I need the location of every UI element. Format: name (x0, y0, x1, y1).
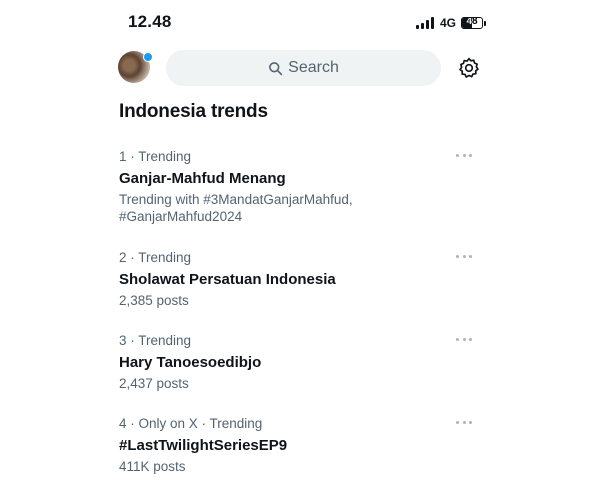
more-options-icon[interactable] (456, 253, 472, 259)
trend-meta: 3 · Trending (119, 333, 192, 348)
trend-item[interactable]: 1 · Trending Ganjar-Mahfud Menang Trendi… (119, 148, 479, 225)
trend-item[interactable]: 3 · Trending Hary Tanoesoedibjo 2,437 po… (119, 332, 479, 392)
notification-dot (143, 52, 153, 62)
page-title: Indonesia trends (119, 101, 268, 122)
more-options-icon[interactable] (456, 336, 472, 342)
search-icon (268, 61, 283, 76)
search-placeholder: Search (288, 59, 339, 76)
status-bar: 12.48 4G 48 (0, 0, 600, 44)
trend-related-line: #GanjarMahfud2024 (119, 209, 243, 224)
trend-post-count: 2,385 posts (119, 293, 189, 308)
trend-post-count: 2,437 posts (119, 376, 189, 391)
more-options-icon[interactable] (456, 419, 472, 425)
trend-post-count: 411K posts (119, 459, 186, 474)
battery-level: 48 (466, 17, 478, 27)
search-input[interactable]: Search (166, 50, 441, 86)
trend-related-line: Trending with #3MandatGanjarMahfud, (119, 192, 353, 207)
trend-meta: 2 · Trending (119, 250, 192, 265)
network-type: 4G (440, 16, 457, 30)
battery-cap (484, 20, 487, 26)
status-time: 12.48 (128, 12, 172, 31)
trend-name: Ganjar-Mahfud Menang (119, 170, 286, 187)
explore-trends-screen: 12.48 4G 48 Search Indonesia trends 1 · … (0, 0, 600, 489)
cellular-signal-icon (416, 17, 434, 29)
trend-meta: 4 · Only on X · Trending (119, 416, 263, 431)
status-indicators: 4G 48 (416, 14, 487, 32)
trend-item[interactable]: 2 · Trending Sholawat Persatuan Indonesi… (119, 249, 479, 309)
trend-item[interactable]: 4 · Only on X · Trending #LastTwilightSe… (119, 415, 479, 475)
gear-icon[interactable] (458, 57, 480, 79)
trend-name: #LastTwilightSeriesEP9 (119, 437, 288, 454)
trend-name: Sholawat Persatuan Indonesia (119, 271, 336, 288)
trend-related: Trending with #3MandatGanjarMahfud, #Gan… (119, 191, 479, 225)
trend-meta: 1 · Trending (119, 149, 192, 164)
battery-icon: 48 (461, 17, 484, 29)
trend-name: Hary Tanoesoedibjo (119, 354, 262, 371)
more-options-icon[interactable] (456, 152, 472, 158)
